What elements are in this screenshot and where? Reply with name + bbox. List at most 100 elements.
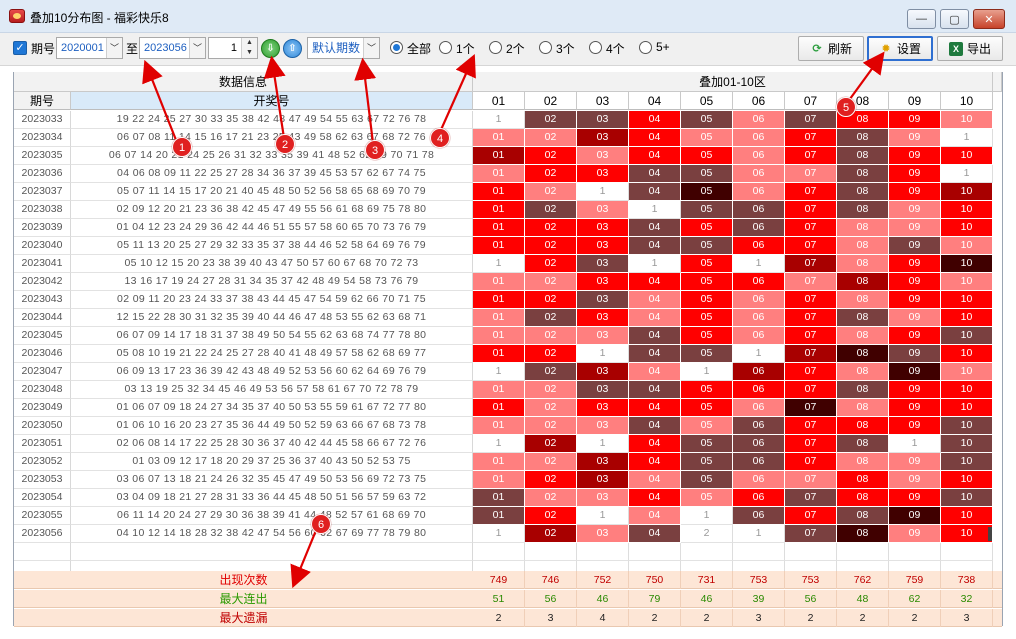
table-row[interactable]: 2023048 03 13 19 25 32 34 45 46 49 53 56 … bbox=[14, 381, 1002, 399]
upload-icon[interactable]: ⇧ bbox=[283, 39, 302, 58]
table-row[interactable]: 2023043 02 09 11 20 23 24 33 37 38 43 44 … bbox=[14, 291, 1002, 309]
footer-value: 2 bbox=[629, 609, 681, 627]
settings-button[interactable]: ✹ 设置 bbox=[867, 36, 933, 61]
period-checkbox[interactable]: ✓ bbox=[13, 41, 27, 55]
refresh-button[interactable]: ⟳ 刷新 bbox=[798, 36, 864, 61]
footer-value: 2 bbox=[785, 609, 837, 627]
numbers-cell: 04 10 12 14 18 28 32 38 42 47 54 56 60 6… bbox=[71, 525, 473, 543]
chevron-down-icon[interactable]: ﹀ bbox=[189, 38, 205, 58]
table-row[interactable]: 2023055 06 11 14 20 24 27 29 30 36 38 39 … bbox=[14, 507, 1002, 525]
col-header-period[interactable]: 期号 bbox=[14, 92, 71, 110]
footer-value: 3 bbox=[941, 609, 993, 627]
zone-header-06[interactable]: 06 bbox=[733, 92, 785, 110]
from-period-value: 2020001 bbox=[61, 42, 104, 54]
zone-cell: 07 bbox=[785, 453, 837, 471]
radio-3-label[interactable]: 3个 bbox=[556, 40, 575, 57]
table-row[interactable]: 2023033 19 22 24 25 27 30 33 35 38 42 48 … bbox=[14, 111, 1002, 129]
footer-label: 最大遗漏 bbox=[219, 611, 268, 625]
table-row[interactable]: 2023046 05 08 10 19 21 22 24 25 27 28 40 … bbox=[14, 345, 1002, 363]
zone-header-03[interactable]: 03 bbox=[577, 92, 629, 110]
table-row[interactable]: 2023035 06 07 14 20 21 24 25 26 31 32 33 … bbox=[14, 147, 1002, 165]
zone-header-09[interactable]: 09 bbox=[889, 92, 941, 110]
zone-cell: 02 bbox=[525, 219, 577, 237]
order-select[interactable]: 默认期数 ﹀ bbox=[307, 37, 380, 59]
radio-5plus[interactable] bbox=[639, 41, 652, 54]
zone-cell: 04 bbox=[629, 435, 681, 453]
zone-cell: 03 bbox=[577, 291, 629, 309]
radio-1-label[interactable]: 1个 bbox=[456, 40, 475, 57]
zone-cell: 03 bbox=[577, 201, 629, 219]
table-row[interactable]: 2023038 02 09 12 20 21 23 36 38 42 45 47 … bbox=[14, 201, 1002, 219]
radio-5plus-label[interactable]: 5+ bbox=[656, 40, 670, 54]
zone-header-04[interactable]: 04 bbox=[629, 92, 681, 110]
zone-cell: 09 bbox=[889, 309, 941, 327]
table-row[interactable]: 2023047 06 09 13 17 23 36 39 42 43 48 49 … bbox=[14, 363, 1002, 381]
radio-2[interactable] bbox=[489, 41, 502, 54]
table-row[interactable]: 2023034 06 07 08 11 14 15 16 17 21 23 25 … bbox=[14, 129, 1002, 147]
table-row[interactable]: 2023051 02 06 08 14 17 22 25 28 30 36 37 … bbox=[14, 435, 1002, 453]
table-row[interactable]: 2023054 03 04 09 18 21 27 28 31 33 36 44 … bbox=[14, 489, 1002, 507]
export-button[interactable]: X 导出 bbox=[937, 36, 1003, 61]
spinner-arrows-icon[interactable]: ▲ ▼ bbox=[241, 38, 257, 58]
zone-cell: 1 bbox=[681, 363, 733, 381]
zone-cell: 04 bbox=[629, 129, 681, 147]
table-row[interactable]: 2023040 05 11 13 20 25 27 29 32 33 35 37 … bbox=[14, 237, 1002, 255]
maximize-button[interactable]: ▢ bbox=[940, 9, 969, 29]
zone-cell: 05 bbox=[681, 345, 733, 363]
step-spinner[interactable]: 1 ▲ ▼ bbox=[208, 37, 258, 59]
footer-value: 2 bbox=[473, 609, 525, 627]
close-button[interactable]: ✕ bbox=[973, 9, 1005, 29]
zone-cell: 09 bbox=[889, 291, 941, 309]
numbers-cell: 13 16 17 19 24 27 28 31 34 35 37 42 48 4… bbox=[71, 273, 473, 291]
zone-cell: 03 bbox=[577, 525, 629, 543]
zone-cell: 06 bbox=[733, 291, 785, 309]
zone-cell: 09 bbox=[889, 273, 941, 291]
chevron-down-icon[interactable]: ﹀ bbox=[363, 38, 379, 58]
table-row[interactable]: 2023036 04 06 08 09 11 22 25 27 28 34 36 … bbox=[14, 165, 1002, 183]
radio-2-label[interactable]: 2个 bbox=[506, 40, 525, 57]
table-row[interactable]: 2023045 06 07 09 14 17 18 31 37 38 49 50 … bbox=[14, 327, 1002, 345]
zone-cell: 09 bbox=[889, 147, 941, 165]
zone-cell: 01 bbox=[473, 165, 525, 183]
download-icon[interactable]: ⇩ bbox=[261, 39, 280, 58]
zone-header-07[interactable]: 07 bbox=[785, 92, 837, 110]
table-row[interactable]: 2023052 01 03 09 12 17 18 20 29 37 25 36 … bbox=[14, 453, 1002, 471]
zone-cell: 10 bbox=[941, 471, 993, 489]
table-row[interactable]: 2023053 03 06 07 13 18 21 24 26 32 35 45 … bbox=[14, 471, 1002, 489]
minimize-button[interactable]: — bbox=[907, 9, 936, 29]
zone-cell: 04 bbox=[629, 309, 681, 327]
col-header-numbers[interactable]: 开奖号 bbox=[71, 92, 473, 110]
table-row[interactable]: 2023037 05 07 11 14 15 17 20 21 40 45 48 … bbox=[14, 183, 1002, 201]
zone-header-01[interactable]: 01 bbox=[473, 92, 525, 110]
radio-all[interactable] bbox=[390, 41, 403, 54]
zone-header-02[interactable]: 02 bbox=[525, 92, 577, 110]
from-period-select[interactable]: 2020001 ﹀ bbox=[56, 37, 123, 59]
numbers-cell: 06 09 13 17 23 36 39 42 43 48 49 52 53 5… bbox=[71, 363, 473, 381]
zone-cell: 02 bbox=[525, 345, 577, 363]
zone-cell: 09 bbox=[889, 489, 941, 507]
radio-1[interactable] bbox=[439, 41, 452, 54]
period-cell: 2023038 bbox=[14, 201, 71, 219]
to-period-select[interactable]: 2023056 ﹀ bbox=[139, 37, 206, 59]
scrollbar-thumb[interactable] bbox=[988, 527, 992, 541]
table-row[interactable]: 2023050 01 06 10 16 20 23 27 35 36 44 49 … bbox=[14, 417, 1002, 435]
zone-cell: 07 bbox=[785, 165, 837, 183]
zone-cell: 07 bbox=[785, 291, 837, 309]
table-row[interactable]: 2023056 04 10 12 14 18 28 32 38 42 47 54 … bbox=[14, 525, 1002, 543]
zone-header-05[interactable]: 05 bbox=[681, 92, 733, 110]
table-row[interactable]: 2023049 01 06 07 09 18 24 27 34 35 37 40 … bbox=[14, 399, 1002, 417]
radio-3[interactable] bbox=[539, 41, 552, 54]
period-cell: 2023046 bbox=[14, 345, 71, 363]
radio-all-label[interactable]: 全部 bbox=[407, 40, 431, 57]
radio-4[interactable] bbox=[589, 41, 602, 54]
chevron-down-icon[interactable]: ﹀ bbox=[106, 38, 122, 58]
zone-header-10[interactable]: 10 bbox=[941, 92, 993, 110]
radio-4-label[interactable]: 4个 bbox=[606, 40, 625, 57]
zone-cell: 01 bbox=[473, 129, 525, 147]
table-row[interactable]: 2023044 12 15 22 28 30 31 32 35 39 40 44 … bbox=[14, 309, 1002, 327]
table-row[interactable]: 2023042 13 16 17 19 24 27 28 31 34 35 37 … bbox=[14, 273, 1002, 291]
zone-cell: 08 bbox=[837, 201, 889, 219]
table-row[interactable]: 2023041 05 10 12 15 20 23 38 39 40 43 47 … bbox=[14, 255, 1002, 273]
table-row[interactable]: 2023039 01 04 12 23 24 29 36 42 44 46 51 … bbox=[14, 219, 1002, 237]
footer-value: 746 bbox=[525, 571, 577, 589]
